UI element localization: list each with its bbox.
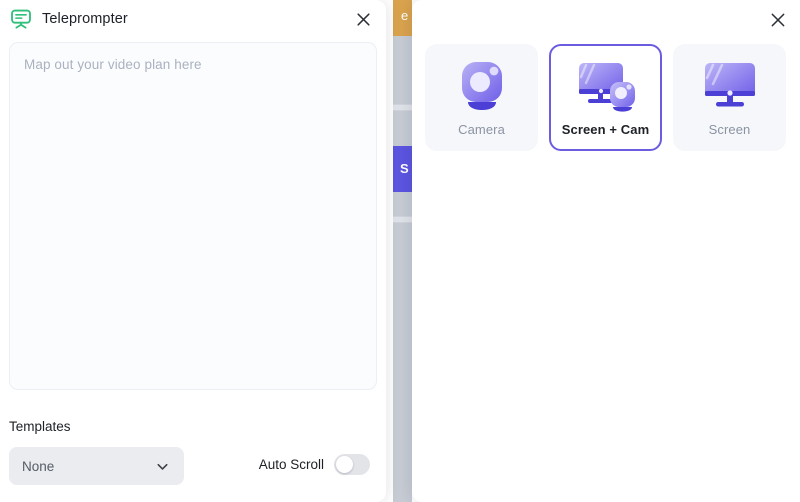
screen-plus-cam-icon <box>578 63 635 112</box>
webcam-icon <box>461 62 502 110</box>
auto-scroll-toggle[interactable] <box>334 454 370 475</box>
mode-card-screen-plus-cam[interactable]: Screen + Cam <box>549 44 662 151</box>
auto-scroll-toggle-knob <box>336 456 353 473</box>
teleprompter-title: Teleprompter <box>42 11 128 27</box>
chevron-down-icon <box>157 463 168 470</box>
background-strip <box>393 0 412 502</box>
mode-label-camera: Camera <box>458 122 505 137</box>
monitor-icon <box>704 63 755 107</box>
background-row-a <box>393 104 412 111</box>
recorder-panel: Camera Screen + Cam Screen <box>412 0 800 502</box>
recorder-screen: e S Teleprompter Map out your video plan… <box>0 0 800 502</box>
mode-card-camera[interactable]: Camera <box>425 44 538 151</box>
templates-select[interactable]: None <box>9 447 184 485</box>
capture-mode-group: Camera Screen + Cam Screen <box>425 44 787 151</box>
templates-label: Templates <box>9 419 71 434</box>
templates-select-value: None <box>22 458 55 474</box>
teleprompter-close-button[interactable] <box>350 6 376 32</box>
teleprompter-icon <box>11 9 31 29</box>
close-icon <box>356 12 370 26</box>
background-purple-button: S <box>393 146 412 192</box>
mode-label-screen: Screen <box>708 122 751 137</box>
mode-label-screen-plus-cam: Screen + Cam <box>561 122 650 137</box>
background-orange-bar: e <box>393 0 412 36</box>
background-purple-button-glyph: S <box>400 161 409 176</box>
teleprompter-script-input[interactable]: Map out your video plan here <box>9 42 377 390</box>
background-page: e S <box>386 0 412 502</box>
auto-scroll-row: Auto Scroll <box>259 454 370 475</box>
close-icon <box>771 13 785 27</box>
background-row-b <box>393 216 412 223</box>
teleprompter-header: Teleprompter <box>0 0 386 38</box>
auto-scroll-label: Auto Scroll <box>258 457 324 472</box>
teleprompter-script-placeholder: Map out your video plan here <box>24 57 202 72</box>
background-orange-glyph: e <box>401 8 409 23</box>
teleprompter-panel: Teleprompter Map out your video plan her… <box>0 0 386 502</box>
recorder-close-button[interactable] <box>765 7 791 33</box>
mode-card-screen[interactable]: Screen <box>673 44 786 151</box>
